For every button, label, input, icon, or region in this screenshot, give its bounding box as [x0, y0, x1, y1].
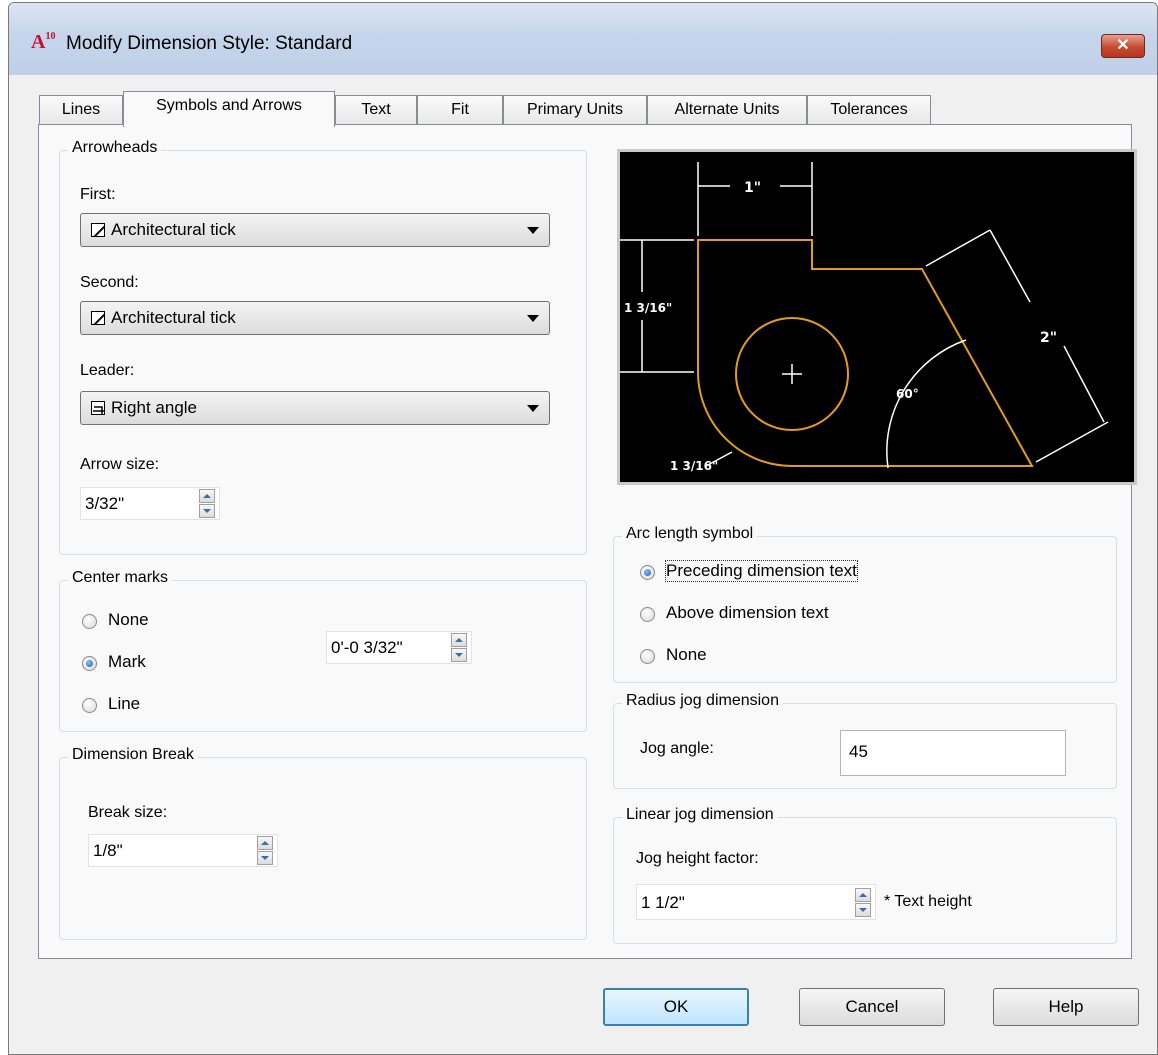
spin-up-button[interactable] [451, 633, 467, 647]
leader-arrowhead-value: Right angle [111, 398, 198, 417]
jog-angle-label: Jog angle: [640, 740, 714, 757]
tab-symbols-and-arrows[interactable]: Symbols and Arrows [123, 91, 335, 127]
break-size-spinner[interactable]: 1/8" [88, 834, 278, 867]
arc-above-label: Above dimension text [666, 603, 829, 622]
cancel-button[interactable]: Cancel [799, 988, 945, 1026]
arc-preceding-radio[interactable] [640, 565, 655, 580]
spin-down-button[interactable] [451, 648, 467, 662]
close-button[interactable]: ✕ [1101, 34, 1145, 58]
center-line-radio[interactable] [82, 698, 97, 713]
preview-drawing: 1" 1 3/16" 2" 60° 1 3/16" [620, 162, 1109, 473]
center-mark-size-value: 0'-0 3/32" [331, 638, 403, 657]
chevron-down-icon [527, 405, 539, 412]
preview-length-label: 2" [1040, 330, 1057, 346]
preview-width-label: 1" [744, 180, 761, 196]
first-label: First: [80, 186, 116, 203]
spin-up-button[interactable] [855, 888, 871, 902]
right-angle-icon [91, 401, 105, 415]
tab-text[interactable]: Text [335, 95, 417, 125]
arc-none-label: None [666, 645, 707, 664]
second-arrowhead-dropdown[interactable]: Architectural tick [80, 301, 550, 335]
chevron-down-icon [527, 315, 539, 322]
arrow-size-label: Arrow size: [80, 456, 160, 473]
arrow-size-spinner[interactable]: 3/32" [80, 487, 220, 520]
center-mark-label: Mark [108, 652, 146, 671]
dimension-break-legend: Dimension Break [68, 746, 198, 764]
center-mark-radio[interactable] [82, 656, 97, 671]
tab-fit[interactable]: Fit [417, 95, 503, 125]
window-title: Modify Dimension Style: Standard [66, 33, 353, 54]
jog-angle-input[interactable]: 45 [840, 730, 1066, 776]
second-label: Second: [80, 274, 139, 291]
help-button[interactable]: Help [993, 988, 1139, 1026]
arrowheads-group: Arrowheads First: Architectural tick Sec… [59, 139, 587, 555]
title-bar[interactable]: A10 Modify Dimension Style: Standard ✕ [9, 3, 1157, 75]
preview-radius-label: 1 3/16" [670, 459, 718, 473]
arc-length-group: Arc length symbol Preceding dimension te… [613, 525, 1117, 683]
center-line-label: Line [108, 694, 141, 713]
arc-none-radio[interactable] [640, 649, 655, 664]
spin-up-button[interactable] [199, 489, 215, 503]
jog-height-factor-spinner[interactable]: 1 1/2" [636, 884, 876, 920]
arrow-size-value: 3/32" [85, 494, 125, 513]
jog-height-factor-label: Jog height factor: [636, 850, 759, 867]
radius-jog-group: Radius jog dimension Jog angle: 45 [613, 692, 1117, 789]
preview-height-label: 1 3/16" [624, 301, 672, 315]
arc-above-radio[interactable] [640, 607, 655, 622]
ok-button[interactable]: OK [603, 988, 749, 1026]
tab-primary-units[interactable]: Primary Units [503, 95, 647, 125]
break-size-label: Break size: [88, 804, 168, 821]
break-size-value: 1/8" [93, 841, 123, 860]
preview-angle-label: 60° [896, 387, 919, 401]
center-mark-size-spinner[interactable]: 0'-0 3/32" [326, 631, 472, 664]
center-marks-legend: Center marks [68, 569, 173, 587]
center-none-label: None [108, 610, 149, 629]
architectural-tick-icon [91, 223, 105, 237]
arc-preceding-label: Preceding dimension text [665, 560, 858, 582]
linear-jog-group: Linear jog dimension Jog height factor: … [613, 806, 1117, 944]
leader-label: Leader: [80, 362, 135, 379]
jog-height-factor-value: 1 1/2" [641, 893, 685, 912]
text-height-suffix: * Text height [884, 893, 972, 910]
spin-down-button[interactable] [257, 851, 273, 865]
spin-up-button[interactable] [257, 836, 273, 850]
spin-down-button[interactable] [855, 903, 871, 917]
radius-jog-legend: Radius jog dimension [622, 692, 783, 710]
dialog-window: A10 Modify Dimension Style: Standard ✕ L… [8, 2, 1158, 1055]
leader-arrowhead-dropdown[interactable]: Right angle [80, 391, 550, 425]
first-arrowhead-value: Architectural tick [111, 220, 236, 239]
second-arrowhead-value: Architectural tick [111, 308, 236, 327]
linear-jog-legend: Linear jog dimension [622, 806, 778, 824]
autocad-app-icon: A10 [31, 31, 56, 53]
arc-length-legend: Arc length symbol [622, 525, 758, 543]
arrowheads-legend: Arrowheads [68, 139, 162, 157]
jog-angle-value: 45 [849, 742, 868, 761]
architectural-tick-icon [91, 311, 105, 325]
center-marks-group: Center marks None Mark Line 0'-0 3/32" [59, 569, 587, 732]
dimension-preview: 1" 1 3/16" 2" 60° 1 3/16" [617, 149, 1137, 485]
chevron-down-icon [527, 227, 539, 234]
tab-lines[interactable]: Lines [39, 95, 123, 125]
tab-alternate-units[interactable]: Alternate Units [647, 95, 807, 125]
spin-down-button[interactable] [199, 504, 215, 518]
dimension-break-group: Dimension Break Break size: 1/8" [59, 746, 587, 940]
first-arrowhead-dropdown[interactable]: Architectural tick [80, 213, 550, 247]
tab-tolerances[interactable]: Tolerances [807, 95, 931, 125]
center-none-radio[interactable] [82, 614, 97, 629]
